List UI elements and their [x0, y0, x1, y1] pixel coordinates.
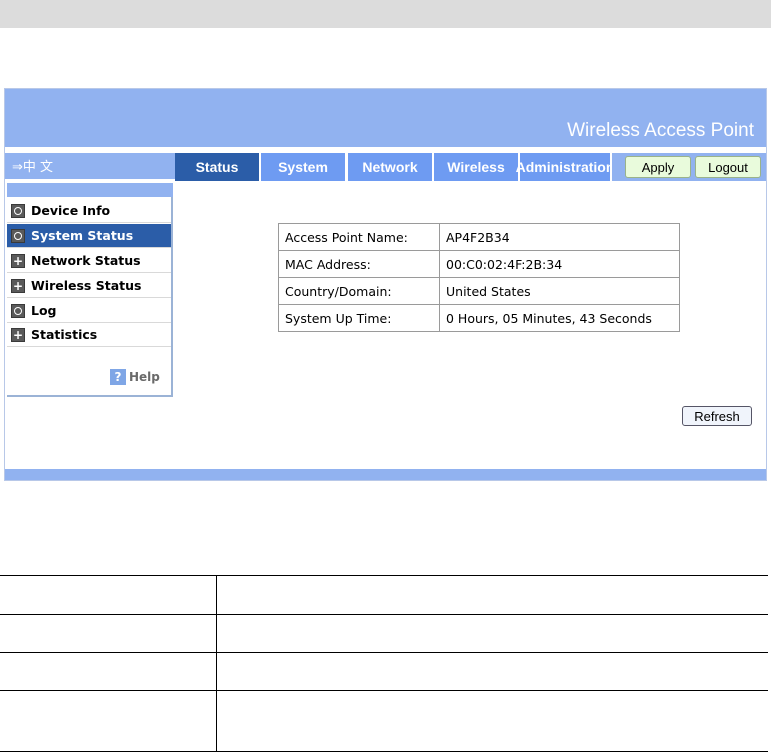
- sidebar-item-label: Wireless Status: [31, 278, 142, 293]
- top-gray-bar: [0, 0, 771, 28]
- system-status-table: Access Point Name: AP4F2B34 MAC Address:…: [278, 223, 680, 332]
- table-cell: [0, 690, 217, 752]
- table-row: [0, 614, 768, 653]
- tab-network[interactable]: Network: [348, 153, 432, 181]
- help-icon: ?: [110, 369, 126, 385]
- table-row: [0, 690, 768, 752]
- table-row: System Up Time: 0 Hours, 05 Minutes, 43 …: [278, 304, 680, 332]
- info-value: 00:C0:02:4F:2B:34: [439, 250, 680, 278]
- tab-administration-label: Administration: [515, 159, 615, 175]
- info-key: System Up Time:: [278, 304, 440, 332]
- sidebar-item-system-status[interactable]: System Status: [7, 224, 171, 248]
- tab-wireless-label: Wireless: [447, 159, 505, 175]
- info-value: 0 Hours, 05 Minutes, 43 Seconds: [439, 304, 680, 332]
- table-row: Country/Domain: United States: [278, 277, 680, 305]
- table-row: Access Point Name: AP4F2B34: [278, 223, 680, 251]
- sidebar-header: [7, 183, 173, 197]
- sidebar-menu: Device Info System Status + Network Stat…: [7, 183, 173, 397]
- help-link[interactable]: ? Help: [110, 369, 160, 385]
- table-cell: [216, 690, 768, 752]
- sidebar-item-statistics[interactable]: + Statistics: [7, 323, 171, 347]
- tab-administration[interactable]: Administration: [516, 153, 614, 181]
- page-header: Wireless Access Point: [5, 89, 766, 147]
- table-cell: [0, 652, 217, 691]
- circle-icon: [11, 203, 25, 218]
- sidebar-item-network-status[interactable]: + Network Status: [7, 249, 171, 273]
- circle-icon: [11, 228, 25, 243]
- tab-system[interactable]: System: [261, 153, 345, 181]
- logout-button[interactable]: Logout: [695, 156, 761, 178]
- apply-button[interactable]: Apply: [625, 156, 691, 178]
- plus-icon: +: [11, 278, 25, 293]
- sidebar-item-log[interactable]: Log: [7, 299, 171, 323]
- table-row: [0, 652, 768, 691]
- plus-icon: +: [11, 253, 25, 268]
- table-row: MAC Address: 00:C0:02:4F:2B:34: [278, 250, 680, 278]
- language-link[interactable]: ⇒中 文: [12, 156, 53, 175]
- tab-network-label: Network: [362, 159, 418, 175]
- sidebar-item-label: Statistics: [31, 327, 98, 342]
- info-key: Access Point Name:: [278, 223, 440, 251]
- table-cell: [216, 575, 768, 615]
- table-cell: [216, 652, 768, 691]
- help-label: Help: [129, 370, 160, 384]
- page-title: Wireless Access Point: [567, 120, 754, 141]
- info-key: Country/Domain:: [278, 277, 440, 305]
- table-row: [0, 575, 768, 615]
- tab-status-label: Status: [195, 159, 239, 175]
- sidebar-item-label: System Status: [31, 228, 134, 243]
- language-switch[interactable]: ⇒中 文: [5, 153, 175, 179]
- router-admin-frame: Wireless Access Point ⇒中 文 Status System…: [4, 88, 767, 481]
- footer-bar: [5, 469, 766, 480]
- table-cell: [0, 614, 217, 653]
- info-key: MAC Address:: [278, 250, 440, 278]
- sidebar-item-device-info[interactable]: Device Info: [7, 199, 171, 223]
- sidebar-item-label: Log: [31, 303, 57, 318]
- table-cell: [216, 614, 768, 653]
- refresh-button[interactable]: Refresh: [682, 406, 752, 426]
- table-cell: [0, 575, 217, 615]
- description-table: [0, 575, 768, 752]
- info-value: United States: [439, 277, 680, 305]
- sidebar-item-label: Device Info: [31, 203, 111, 218]
- sidebar-item-label: Network Status: [31, 253, 141, 268]
- tab-wireless[interactable]: Wireless: [434, 153, 518, 181]
- circle-icon: [11, 303, 25, 318]
- info-value: AP4F2B34: [439, 223, 680, 251]
- plus-icon: +: [11, 327, 25, 342]
- tab-system-label: System: [278, 159, 328, 175]
- tab-status[interactable]: Status: [175, 153, 259, 181]
- sidebar-item-wireless-status[interactable]: + Wireless Status: [7, 274, 171, 298]
